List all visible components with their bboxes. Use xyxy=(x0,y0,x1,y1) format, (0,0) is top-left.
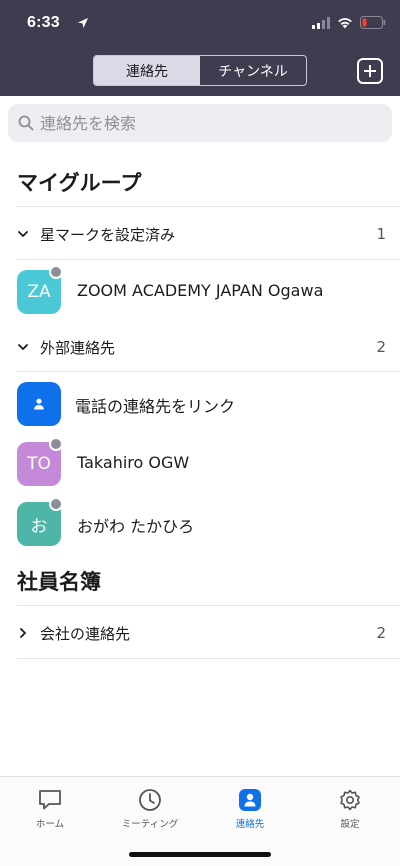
tab-contacts-bottom[interactable]: 連絡先 xyxy=(200,787,300,837)
chat-bubble-icon xyxy=(39,790,61,810)
wifi-icon xyxy=(338,18,352,29)
status-bar: 6:33 xyxy=(0,0,400,44)
group-count: 2 xyxy=(376,338,386,356)
divider xyxy=(17,605,400,606)
avatar xyxy=(17,382,61,426)
divider xyxy=(17,206,400,207)
contact-name: ZOOM ACADEMY JAPAN Ogawa xyxy=(77,281,324,300)
chevron-down-icon xyxy=(18,231,28,237)
contact-row[interactable]: TO Takahiro OGW xyxy=(0,434,400,492)
contact-row[interactable]: ZA ZOOM ACADEMY JAPAN Ogawa xyxy=(0,262,400,320)
tab-channels[interactable]: チャンネル xyxy=(200,56,306,85)
presence-indicator xyxy=(49,497,63,511)
chevron-down-icon xyxy=(18,344,28,350)
tab-label: 連絡先 xyxy=(235,819,265,830)
contact-name: 電話の連絡先をリンク xyxy=(75,397,236,416)
header: 6:33 連絡先 チャンネル xyxy=(0,0,400,96)
group-row-external[interactable]: 外部連絡先 2 xyxy=(0,324,400,370)
tab-label: ホーム xyxy=(35,819,65,830)
search-bar[interactable] xyxy=(8,104,392,142)
section-title-my-groups: マイグループ xyxy=(17,171,142,195)
home-indicator[interactable] xyxy=(129,852,271,857)
section-title-directory: 社員名簿 xyxy=(17,570,101,594)
tab-label: ミーティング xyxy=(121,819,179,830)
divider xyxy=(17,658,400,659)
cellular-signal-icon xyxy=(312,17,330,29)
clock-icon xyxy=(139,789,161,811)
group-count: 1 xyxy=(376,225,386,243)
status-time: 6:33 xyxy=(27,14,60,31)
person-icon xyxy=(34,398,44,410)
group-label: 星マークを設定済み xyxy=(40,225,176,244)
divider xyxy=(17,259,400,260)
tab-meetings[interactable]: ミーティング xyxy=(100,787,200,837)
group-row-starred[interactable]: 星マークを設定済み 1 xyxy=(0,211,400,257)
contact-name: Takahiro OGW xyxy=(77,453,190,472)
divider xyxy=(17,371,400,372)
link-phone-contacts-row[interactable]: 電話の連絡先をリンク xyxy=(0,374,400,432)
group-count: 2 xyxy=(376,624,386,642)
search-input[interactable] xyxy=(40,113,370,133)
group-label: 外部連絡先 xyxy=(40,338,116,357)
group-row-company[interactable]: 会社の連絡先 2 xyxy=(0,610,400,656)
tab-settings[interactable]: 設定 xyxy=(300,787,400,837)
tab-home[interactable]: ホーム xyxy=(0,787,100,837)
contacts-icon xyxy=(239,789,261,811)
search-icon xyxy=(18,115,34,131)
chevron-right-icon xyxy=(20,628,26,638)
location-arrow-icon xyxy=(78,18,88,28)
contact-name: おがわ たかひろ xyxy=(77,517,195,536)
group-label: 会社の連絡先 xyxy=(40,624,131,643)
battery-low-icon xyxy=(360,16,386,29)
tab-label: 設定 xyxy=(340,819,360,830)
gear-icon xyxy=(340,789,360,811)
contact-row[interactable]: お おがわ たかひろ xyxy=(0,494,400,552)
presence-indicator xyxy=(49,265,63,279)
add-contact-button[interactable] xyxy=(357,58,383,84)
tab-contacts[interactable]: 連絡先 xyxy=(94,56,200,85)
contacts-channels-segmented-control: 連絡先 チャンネル xyxy=(93,55,307,86)
presence-indicator xyxy=(49,437,63,451)
